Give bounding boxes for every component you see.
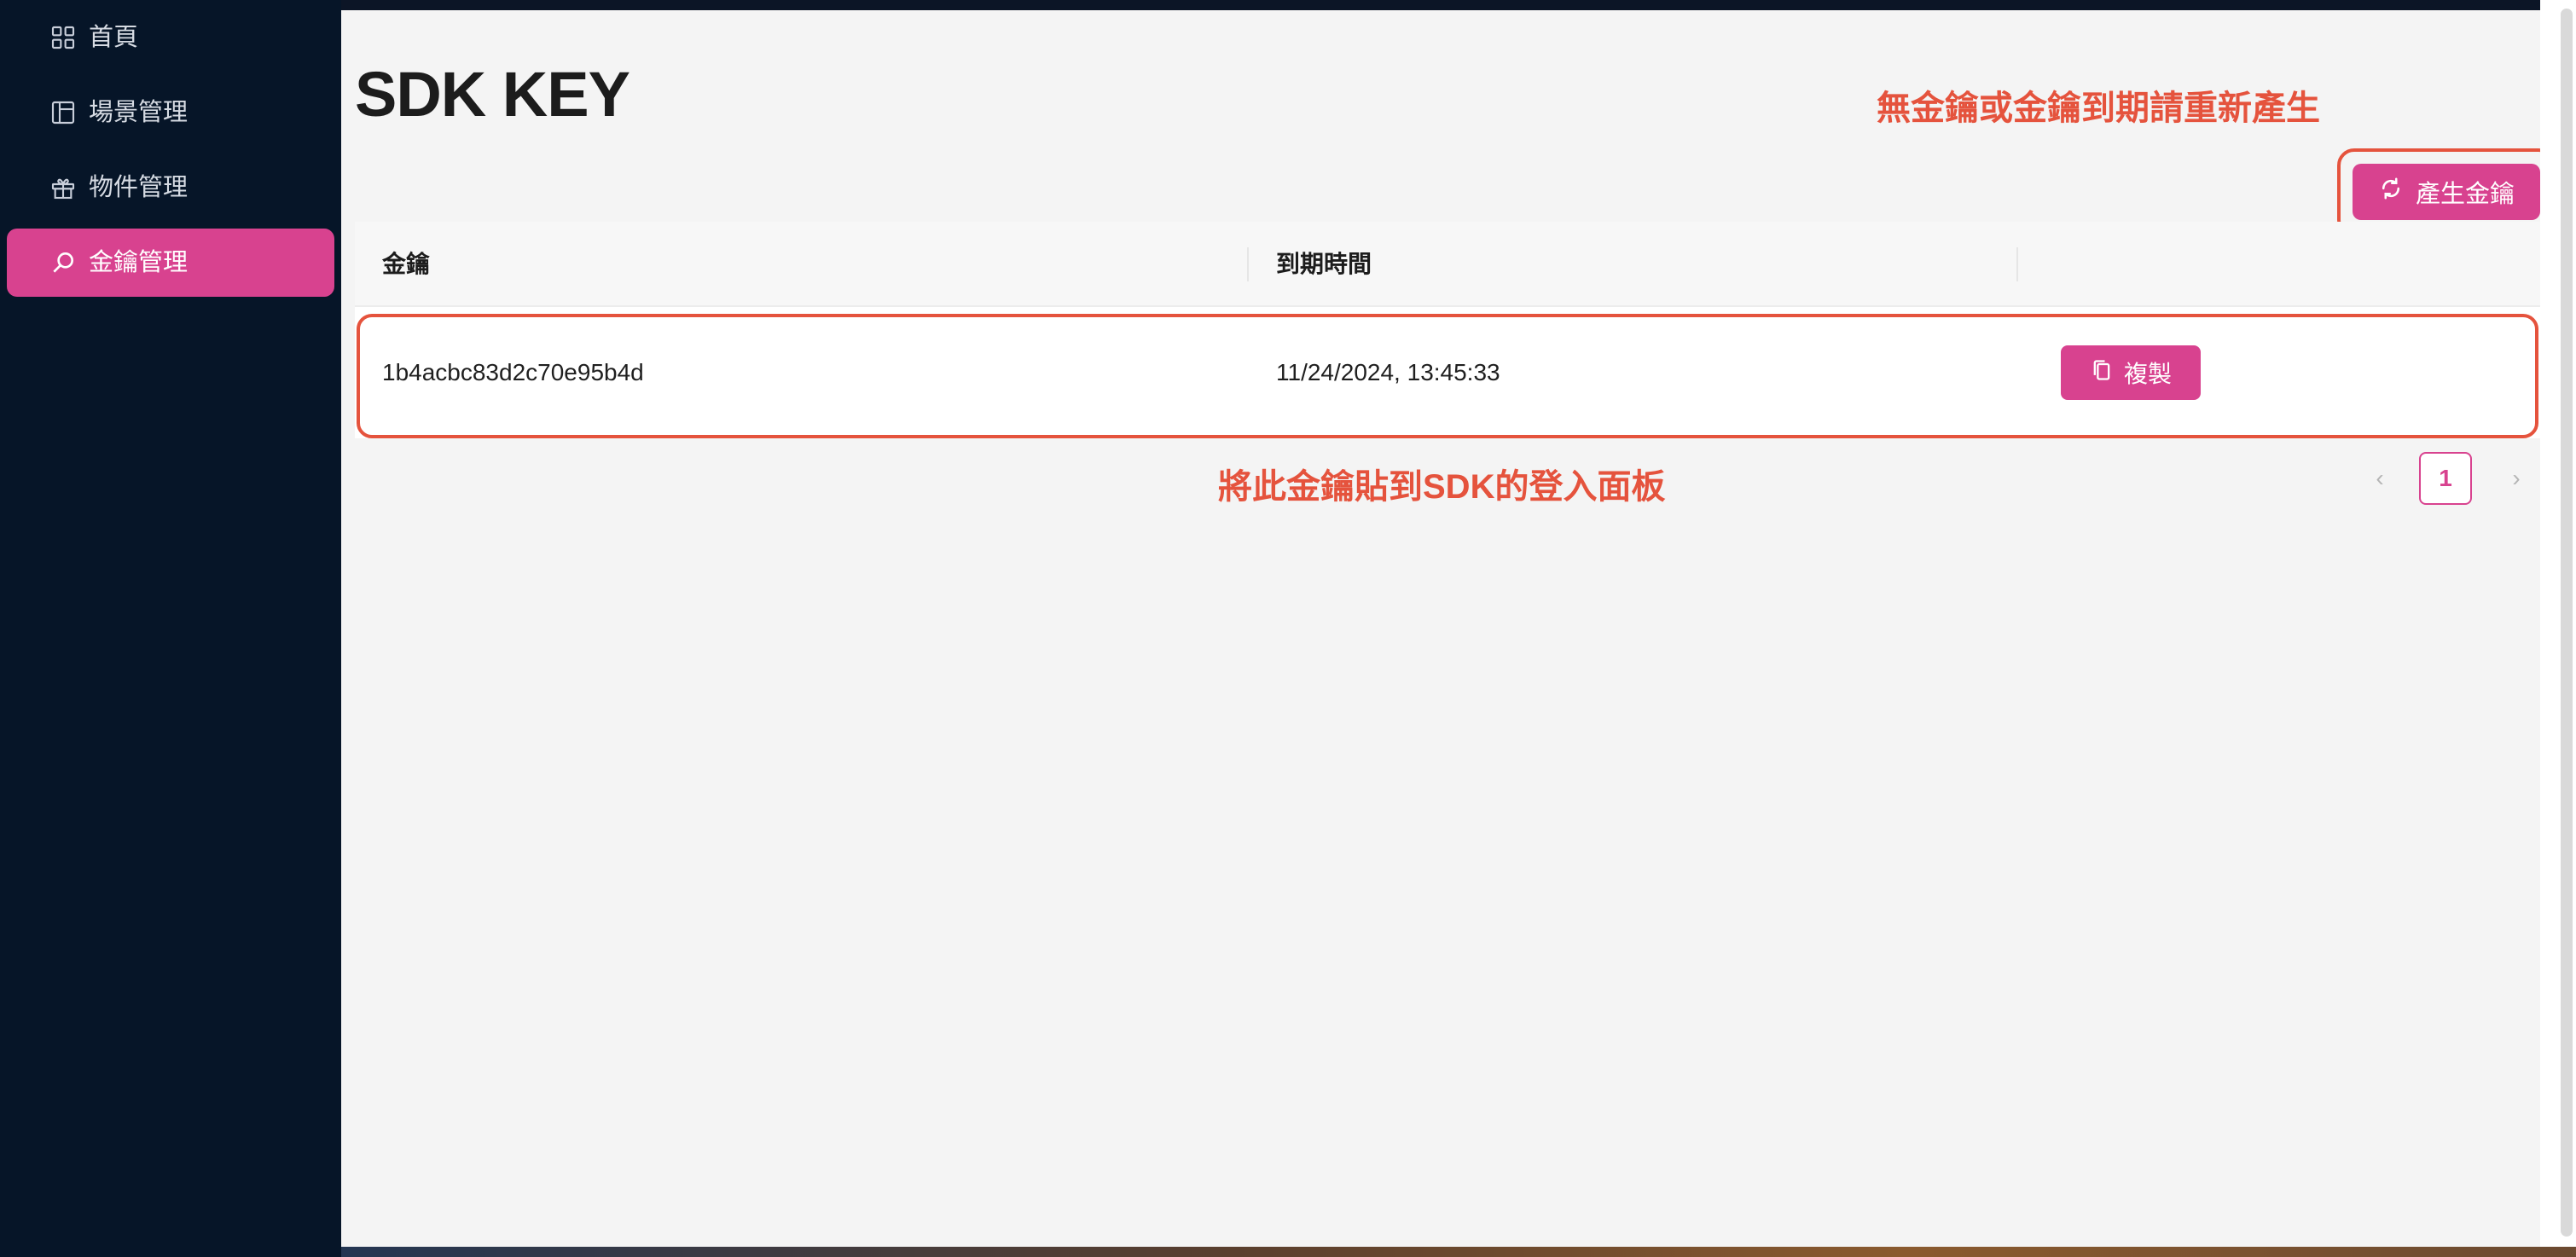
desktop-edge bbox=[341, 1247, 2576, 1257]
column-header-expires: 到期時間 bbox=[1276, 251, 1372, 277]
gift-icon bbox=[49, 174, 77, 201]
search-icon bbox=[49, 249, 77, 276]
sidebar-item-home[interactable]: 首頁 bbox=[7, 3, 334, 72]
sidebar-item-label: 場景管理 bbox=[89, 99, 189, 126]
page-title: SDK KEY bbox=[355, 59, 630, 130]
main-content: SDK KEY 無金鑰或金鑰到期請重新產生 產生金鑰 金鑰 到期時間 1b4ac… bbox=[341, 10, 2556, 1257]
annotation-highlight-row bbox=[357, 314, 2538, 438]
sidebar-item-label: 物件管理 bbox=[89, 174, 189, 201]
column-header-key: 金鑰 bbox=[382, 251, 431, 277]
refresh-icon bbox=[2378, 176, 2404, 208]
scrollbar[interactable] bbox=[2561, 9, 2573, 1237]
annotation-regenerate-hint: 無金鑰或金鑰到期請重新產生 bbox=[1877, 90, 2320, 127]
column-divider bbox=[1247, 247, 1249, 281]
generate-key-button[interactable]: 產生金鑰 bbox=[2353, 164, 2540, 220]
sidebar-item-keys[interactable]: 金鑰管理 bbox=[7, 229, 334, 297]
layout-icon bbox=[49, 99, 77, 126]
annotation-paste-hint: 將此金鑰貼到SDK的登入面板 bbox=[1218, 468, 1666, 506]
generate-key-label: 產生金鑰 bbox=[2415, 181, 2515, 208]
keys-table: 金鑰 到期時間 1b4acbc83d2c70e95b4d 11/24/2024,… bbox=[355, 222, 2540, 438]
sidebar: 首頁 場景管理 物件管理 金鑰管理 bbox=[0, 0, 341, 1257]
chevron-left-icon[interactable]: ‹ bbox=[2363, 452, 2397, 505]
sidebar-item-scenes[interactable]: 場景管理 bbox=[7, 78, 334, 147]
sidebar-item-label: 金鑰管理 bbox=[89, 249, 189, 276]
pagination-page-current[interactable]: 1 bbox=[2419, 452, 2472, 505]
sidebar-item-objects[interactable]: 物件管理 bbox=[7, 154, 334, 222]
dashboard-icon bbox=[49, 24, 77, 51]
sidebar-item-label: 首頁 bbox=[89, 24, 139, 51]
app-window: 首頁 場景管理 物件管理 金鑰管理 SDK KEY 無金鑰或金鑰到期請重新產生 … bbox=[0, 0, 2576, 1257]
chevron-right-icon[interactable]: › bbox=[2499, 452, 2533, 505]
table-header: 金鑰 到期時間 bbox=[355, 222, 2540, 307]
column-divider bbox=[2016, 247, 2018, 281]
